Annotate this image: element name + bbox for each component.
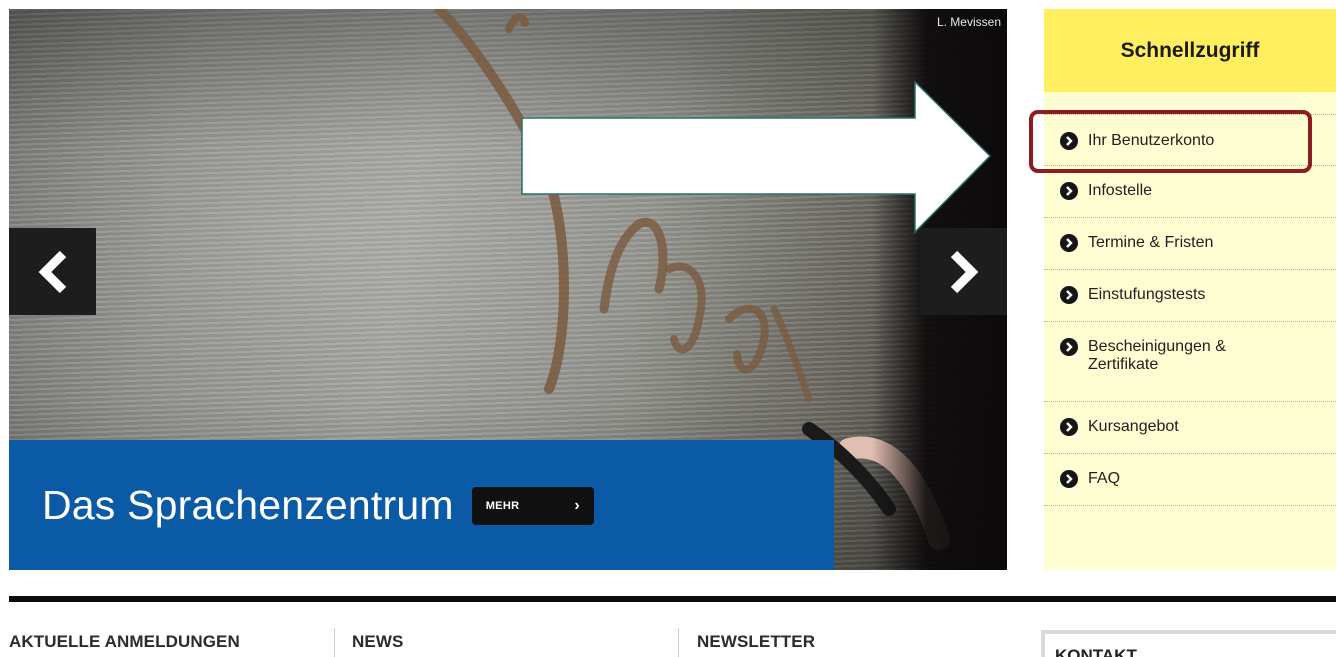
quick-link-infostelle[interactable]: Infostelle (1044, 166, 1336, 218)
column-divider (334, 628, 335, 657)
more-button-label: MEHR (485, 500, 520, 512)
quick-link-dates[interactable]: Termine & Fristen (1044, 218, 1336, 270)
quick-access-title: Schnellzugriff (1120, 38, 1260, 62)
contact-box: KONTAKT (1041, 630, 1336, 657)
quick-link-label: FAQ (1088, 470, 1121, 487)
quick-access-panel: Schnellzugriff Ihr Benutzerkonto Infoste… (1044, 9, 1336, 570)
section-divider-rule (9, 596, 1336, 602)
photo-credit: L. Mevissen (936, 15, 1001, 29)
section-heading-contact: KONTAKT (1055, 646, 1137, 657)
circle-chevron-right-icon (1060, 234, 1078, 252)
section-heading-registrations[interactable]: AKTUELLE ANMELDUNGEN (9, 632, 240, 652)
column-divider (678, 628, 679, 657)
chevron-right-icon (950, 250, 978, 293)
circle-chevron-right-icon (1060, 338, 1078, 356)
more-button[interactable]: MEHR › (471, 487, 594, 525)
section-heading-newsletter[interactable]: NEWSLETTER (697, 632, 815, 652)
quick-link-placement-tests[interactable]: Einstufungstests (1044, 270, 1336, 322)
quick-link-label: Kursangebot (1088, 418, 1179, 435)
quick-link-label: Einstufungstests (1088, 286, 1206, 303)
circle-chevron-right-icon (1060, 470, 1078, 488)
quick-link-label: Bescheinigungen & Zertifikate (1088, 338, 1226, 373)
slide-caption: Das Sprachenzentrum MEHR › (9, 440, 834, 570)
annotation-highlight-box (1029, 110, 1312, 173)
quick-link-certificates[interactable]: Bescheinigungen & Zertifikate (1044, 322, 1336, 402)
quick-link-label: Termine & Fristen (1088, 234, 1214, 251)
circle-chevron-right-icon (1060, 286, 1078, 304)
section-heading-news[interactable]: NEWS (352, 632, 403, 652)
circle-chevron-right-icon (1060, 182, 1078, 200)
circle-chevron-right-icon (1060, 418, 1078, 436)
slide-title: Das Sprachenzentrum (42, 481, 454, 528)
quick-access-header: Schnellzugriff (1044, 9, 1336, 92)
quick-link-label: Infostelle (1088, 182, 1153, 199)
slider-next-button[interactable] (920, 228, 1007, 315)
quick-link-faq[interactable]: FAQ (1044, 454, 1336, 506)
slider-prev-button[interactable] (9, 228, 96, 315)
chevron-right-icon: › (574, 497, 580, 514)
chevron-left-icon (38, 250, 66, 293)
annotation-arrow-icon (521, 80, 992, 234)
quick-link-courses[interactable]: Kursangebot (1044, 402, 1336, 454)
